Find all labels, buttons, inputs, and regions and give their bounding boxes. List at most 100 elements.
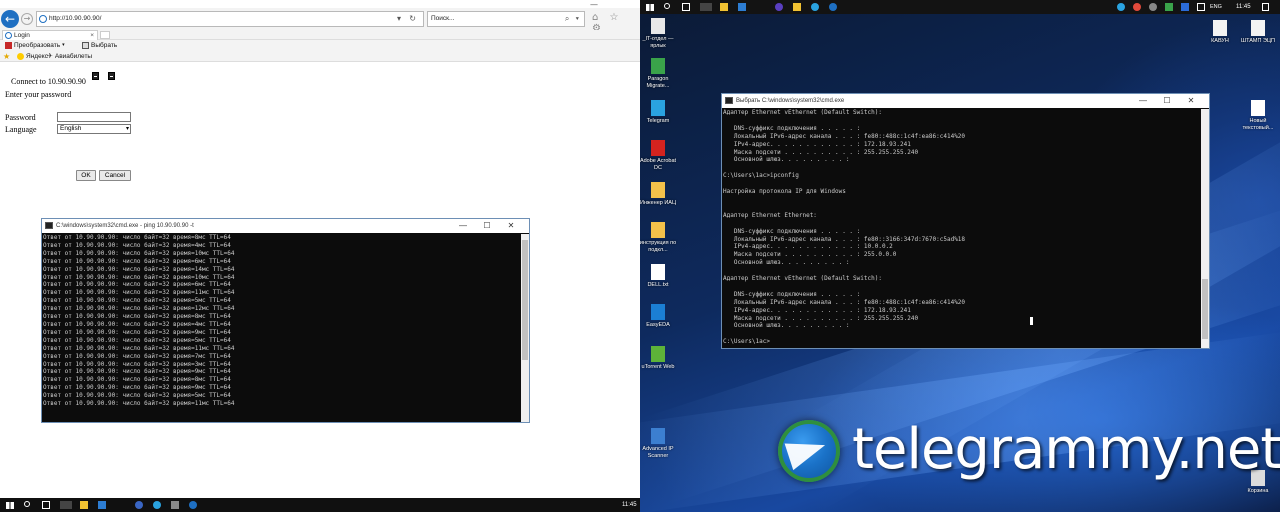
search-icon[interactable]: ⌕ ▾ bbox=[565, 12, 581, 26]
desktop-icon[interactable]: Paragon Migrate... bbox=[640, 58, 678, 89]
window-controls[interactable]: — ☐ ✕ bbox=[451, 219, 523, 233]
console-line: Ответ от 10.90.90.90: число байт=32 врем… bbox=[43, 241, 231, 249]
folder-icon[interactable] bbox=[793, 3, 801, 11]
back-arrow-icon[interactable]: ← bbox=[1, 10, 19, 28]
task-view-icon[interactable] bbox=[682, 3, 690, 11]
tray-clock[interactable]: 11:45 bbox=[1236, 0, 1251, 14]
search-icon[interactable] bbox=[664, 3, 670, 9]
search-input[interactable]: Поиск... ⌕ ▾ bbox=[427, 11, 585, 27]
desktop-icon[interactable]: КАВУН bbox=[1200, 20, 1240, 45]
app-icon[interactable] bbox=[775, 3, 783, 11]
fav-avia-label: Авиабилеты bbox=[54, 53, 93, 60]
scrollbar-thumb[interactable] bbox=[522, 240, 528, 360]
ipconfig-cmd-window[interactable]: Выбрать C:\windows\system32\cmd.exe — ☐ ✕ … bbox=[721, 93, 1210, 349]
cmd-taskbar-icon[interactable] bbox=[700, 3, 712, 11]
password-field[interactable] bbox=[57, 112, 131, 122]
desktop-icon[interactable]: Adobe Acrobat DC bbox=[640, 140, 678, 171]
left-screen: — ▫ ← → http://10.90.90.90/ ▾ ↻ Поиск...… bbox=[0, 0, 640, 512]
ipconfig-output: Адаптер Ethernet vEthernet (Default Swit… bbox=[722, 109, 1201, 348]
tray-telegram-icon[interactable] bbox=[1117, 3, 1125, 11]
desktop-app-icon bbox=[651, 264, 665, 280]
telegram-icon[interactable] bbox=[153, 501, 161, 509]
console-line: Основной шлюз. . . . . . . . . : bbox=[723, 322, 850, 330]
console-line: Ответ от 10.90.90.90: число байт=32 врем… bbox=[43, 265, 235, 273]
ie-page-icon bbox=[39, 15, 47, 23]
tray-app-icon[interactable] bbox=[1165, 3, 1173, 11]
ok-button[interactable]: OK bbox=[76, 170, 96, 181]
desktop-icon[interactable]: uTorrent Web bbox=[640, 346, 678, 371]
forward-arrow-icon[interactable]: → bbox=[21, 13, 33, 25]
console-line: Маска подсети . . . . . . . . . . : 255.… bbox=[723, 148, 919, 156]
mail-icon[interactable] bbox=[171, 501, 179, 509]
ie-icon[interactable] bbox=[189, 501, 197, 509]
tray-network-icon[interactable] bbox=[1197, 3, 1205, 11]
console-line: Ответ от 10.90.90.90: число байт=32 врем… bbox=[43, 368, 231, 376]
window-controls[interactable]: — ☐ ✕ bbox=[1131, 94, 1203, 108]
new-tab-button[interactable] bbox=[100, 31, 110, 39]
close-tab-icon[interactable]: × bbox=[90, 31, 94, 40]
desktop-icon[interactable]: Telegram bbox=[640, 100, 678, 125]
desktop-icon-label: EasyEDA bbox=[646, 322, 670, 328]
desktop-icon[interactable]: ШТАМП ЭЦП bbox=[1238, 20, 1278, 45]
ping-cmd-window[interactable]: C:\windows\system32\cmd.exe - ping 10.90… bbox=[41, 218, 530, 423]
desktop-app-icon bbox=[651, 222, 665, 238]
cancel-button[interactable]: Cancel bbox=[99, 170, 131, 181]
save-icon[interactable] bbox=[92, 72, 99, 80]
language-select[interactable]: English ▾ bbox=[57, 124, 131, 134]
ie-icon[interactable] bbox=[829, 3, 837, 11]
desktop-app-icon bbox=[651, 304, 665, 320]
desktop-icon[interactable]: DELL.txt bbox=[640, 264, 678, 289]
search-icon[interactable] bbox=[24, 501, 30, 507]
explorer-icon[interactable] bbox=[720, 3, 728, 11]
cmd-icon bbox=[725, 97, 733, 104]
browser-address-bar: ← → http://10.90.90.90/ ▾ ↻ Поиск... ⌕ ▾… bbox=[0, 8, 640, 34]
desktop-icon[interactable]: EasyEDA bbox=[640, 304, 678, 329]
task-view-icon[interactable] bbox=[42, 501, 50, 509]
desktop-icon[interactable]: инструкция по подкл... bbox=[640, 222, 678, 253]
desktop-icon[interactable]: Инженер ИАЦ bbox=[640, 182, 678, 207]
tray-language[interactable]: ENG bbox=[1210, 0, 1222, 14]
windows-start-icon[interactable] bbox=[646, 4, 654, 11]
explorer-icon[interactable] bbox=[80, 501, 88, 509]
watermark-text: telegrammy.net bbox=[852, 417, 1280, 482]
tray-app-icon[interactable] bbox=[1149, 3, 1157, 11]
url-input[interactable]: http://10.90.90.90/ ▾ ↻ bbox=[36, 11, 424, 27]
desktop-icon[interactable]: Новый текстовый... bbox=[1238, 100, 1278, 131]
browser-icon[interactable] bbox=[135, 501, 143, 509]
console-line: Ответ от 10.90.90.90: число байт=32 врем… bbox=[43, 320, 231, 328]
ipconfig-window-title: Выбрать C:\windows\system32\cmd.exe bbox=[736, 98, 845, 104]
tray-vk-icon[interactable] bbox=[1181, 3, 1189, 11]
desktop-icon-label: Корзина bbox=[1247, 488, 1269, 494]
minimize-icon: — bbox=[459, 221, 467, 230]
desktop-icon[interactable]: _IT-отдел — ярлык bbox=[640, 18, 678, 49]
store-icon[interactable] bbox=[98, 501, 106, 509]
windows-start-icon[interactable] bbox=[6, 502, 14, 509]
browser-command-bar: Преобразовать ▾ Выбрать bbox=[0, 40, 640, 51]
password-label: Password bbox=[5, 113, 36, 122]
desktop-icon[interactable]: Advanced IP Scanner bbox=[640, 428, 678, 459]
clock[interactable]: 11:45 bbox=[622, 498, 637, 512]
convert-menu[interactable]: Преобразовать ▾ bbox=[5, 40, 65, 51]
tray-app-icon[interactable] bbox=[1133, 3, 1141, 11]
desktop-file-icon bbox=[1251, 20, 1265, 36]
disk-icon[interactable] bbox=[108, 72, 115, 80]
cmd-taskbar-icon[interactable] bbox=[60, 501, 72, 509]
text-cursor-icon bbox=[1030, 317, 1033, 325]
console-line: Ответ от 10.90.90.90: число байт=32 врем… bbox=[43, 249, 235, 257]
telegram-icon[interactable] bbox=[811, 3, 819, 11]
refresh-icon[interactable]: ▾ ↻ bbox=[397, 12, 419, 26]
notifications-icon[interactable] bbox=[1262, 3, 1269, 11]
desktop-app-icon bbox=[651, 346, 665, 362]
tab-login[interactable]: Login × bbox=[2, 30, 98, 40]
ipconfig-scrollbar[interactable] bbox=[1201, 109, 1209, 348]
ping-window-titlebar[interactable]: C:\windows\system32\cmd.exe - ping 10.90… bbox=[42, 219, 529, 233]
ipconfig-window-titlebar[interactable]: Выбрать C:\windows\system32\cmd.exe — ☐ ✕ bbox=[722, 94, 1209, 108]
select-menu[interactable]: Выбрать bbox=[82, 40, 117, 51]
scrollbar-thumb[interactable] bbox=[1202, 279, 1208, 339]
store-icon[interactable] bbox=[738, 3, 746, 11]
fav-yandex[interactable]: Яндекс bbox=[17, 51, 48, 62]
ping-scrollbar[interactable] bbox=[521, 234, 529, 422]
favorites-star-icon[interactable]: ★ bbox=[3, 51, 10, 62]
fav-avia[interactable]: ✈ Авиабилеты bbox=[47, 51, 92, 62]
